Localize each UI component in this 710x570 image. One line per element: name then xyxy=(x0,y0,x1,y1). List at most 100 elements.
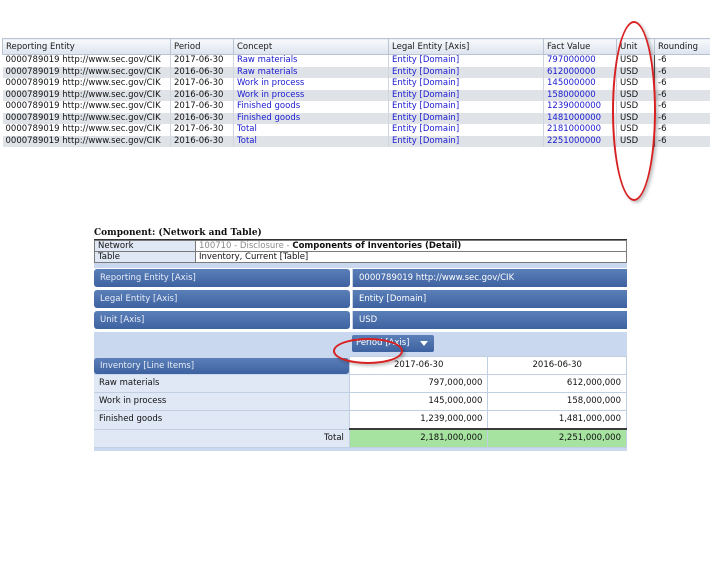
cell-legal-entity: Entity [Domain] xyxy=(388,101,544,113)
period-axis-dropdown[interactable]: Period [Axis] xyxy=(352,335,434,352)
cell-concept: Work in process xyxy=(233,89,389,101)
cell-unit: USD xyxy=(616,101,655,113)
column-header-unit[interactable]: Unit xyxy=(616,38,655,55)
cell-unit: USD xyxy=(616,112,655,124)
cell-unit: USD xyxy=(616,124,655,136)
table-row[interactable]: 0000789019 http://www.sec.gov/CIK 2017-0… xyxy=(2,101,710,113)
network-name: Components of Inventories (Detail) xyxy=(292,241,462,251)
column-header-concept[interactable]: Concept xyxy=(233,38,389,55)
cell-reporting-entity: 0000789019 http://www.sec.gov/CIK xyxy=(2,112,171,124)
network-label: Network xyxy=(94,240,196,252)
row-label: Finished goods xyxy=(94,410,350,430)
network-value: 100710 - Disclosure - Components of Inve… xyxy=(195,240,627,252)
cell-reporting-entity: 0000789019 http://www.sec.gov/CIK xyxy=(2,54,171,67)
table-row[interactable]: 0000789019 http://www.sec.gov/CIK 2017-0… xyxy=(2,54,710,67)
grid-row-total: Total 2,181,000,000 2,251,000,000 xyxy=(94,428,627,448)
cell-rounding: -6 xyxy=(654,66,710,78)
cell-fact-value: 2181000000 xyxy=(543,124,617,136)
column-header-legal-entity[interactable]: Legal Entity [Axis] xyxy=(388,38,544,55)
table-name: Inventory, Current [Table] xyxy=(195,251,627,263)
cell-concept: Raw materials xyxy=(233,54,389,67)
value-cell: 797,000,000 xyxy=(348,374,489,393)
table-row[interactable]: 0000789019 http://www.sec.gov/CIK 2016-0… xyxy=(2,112,710,124)
table-row[interactable]: 0000789019 http://www.sec.gov/CIK 2016-0… xyxy=(2,66,710,78)
axis-value: Entity [Domain] xyxy=(352,290,627,308)
table-row[interactable]: 0000789019 http://www.sec.gov/CIK 2016-0… xyxy=(2,135,710,147)
cell-legal-entity: Entity [Domain] xyxy=(388,135,544,147)
column-header-rounding[interactable]: Rounding xyxy=(654,38,710,55)
cell-legal-entity: Entity [Domain] xyxy=(388,112,544,124)
cell-concept: Work in process xyxy=(233,78,389,90)
cell-unit: USD xyxy=(616,66,655,78)
table-row[interactable]: 0000789019 http://www.sec.gov/CIK 2016-0… xyxy=(2,89,710,101)
cell-rounding: -6 xyxy=(654,54,710,67)
cell-fact-value: 158000000 xyxy=(543,89,617,101)
value-cell: 1,239,000,000 xyxy=(348,410,489,430)
cell-fact-value: 145000000 xyxy=(543,78,617,90)
fact-table-header: Reporting Entity Period Concept Legal En… xyxy=(2,38,710,55)
value-cell: 158,000,000 xyxy=(487,392,627,411)
cell-period: 2017-06-30 xyxy=(170,54,234,67)
total-value-cell: 2,181,000,000 xyxy=(348,428,489,448)
grid-header-row: Inventory [Line Items] 2017-06-30 2016-0… xyxy=(94,356,627,375)
fact-table: Reporting Entity Period Concept Legal En… xyxy=(2,38,710,147)
value-cell: 1,481,000,000 xyxy=(487,410,627,430)
axis-reporting-entity[interactable]: Reporting Entity [Axis] 0000789019 http:… xyxy=(94,269,627,289)
table-row-info: Table Inventory, Current [Table] xyxy=(94,251,627,263)
cell-concept: Finished goods xyxy=(233,112,389,124)
cell-period: 2016-06-30 xyxy=(170,135,234,147)
column-header-2016: 2016-06-30 xyxy=(487,356,627,375)
cell-reporting-entity: 0000789019 http://www.sec.gov/CIK xyxy=(2,89,171,101)
column-header-period[interactable]: Period xyxy=(170,38,234,55)
value-cell: 612,000,000 xyxy=(487,374,627,393)
axis-label: Unit [Axis] xyxy=(94,311,350,329)
cell-fact-value: 612000000 xyxy=(543,66,617,78)
total-value-cell: 2,251,000,000 xyxy=(487,428,627,448)
cell-fact-value: 2251000000 xyxy=(543,135,617,147)
cell-unit: USD xyxy=(616,135,655,147)
cell-concept: Total xyxy=(233,135,389,147)
cell-legal-entity: Entity [Domain] xyxy=(388,124,544,136)
cell-period: 2017-06-30 xyxy=(170,124,234,136)
component-info-table: Network 100710 - Disclosure - Components… xyxy=(94,240,627,263)
column-header-2017: 2017-06-30 xyxy=(348,356,489,375)
value-cell: 145,000,000 xyxy=(348,392,489,411)
component-view: Component: (Network and Table) Network 1… xyxy=(94,227,627,451)
cell-reporting-entity: 0000789019 http://www.sec.gov/CIK xyxy=(2,124,171,136)
axis-label: Reporting Entity [Axis] xyxy=(94,269,350,287)
axis-legal-entity[interactable]: Legal Entity [Axis] Entity [Domain] xyxy=(94,290,627,310)
cell-fact-value: 1239000000 xyxy=(543,101,617,113)
row-label: Raw materials xyxy=(94,374,350,393)
caret-down-icon xyxy=(420,341,428,346)
network-id: 100710 - Disclosure - xyxy=(199,241,293,251)
cell-legal-entity: Entity [Domain] xyxy=(388,54,544,67)
table-row[interactable]: 0000789019 http://www.sec.gov/CIK 2017-0… xyxy=(2,78,710,90)
cell-fact-value: 1481000000 xyxy=(543,112,617,124)
cell-rounding: -6 xyxy=(654,101,710,113)
cell-rounding: -6 xyxy=(654,112,710,124)
cell-reporting-entity: 0000789019 http://www.sec.gov/CIK xyxy=(2,78,171,90)
cell-concept: Finished goods xyxy=(233,101,389,113)
column-header-reporting-entity[interactable]: Reporting Entity xyxy=(2,38,171,55)
cell-legal-entity: Entity [Domain] xyxy=(388,66,544,78)
line-items-grid: Inventory [Line Items] 2017-06-30 2016-0… xyxy=(94,356,627,451)
cell-unit: USD xyxy=(616,54,655,67)
axis-unit[interactable]: Unit [Axis] USD xyxy=(94,311,627,331)
cell-period: 2016-06-30 xyxy=(170,89,234,101)
period-axis-row: Period [Axis] xyxy=(94,332,627,356)
grid-row-raw-materials: Raw materials 797,000,000 612,000,000 xyxy=(94,374,627,393)
table-row[interactable]: 0000789019 http://www.sec.gov/CIK 2017-0… xyxy=(2,124,710,136)
row-label: Work in process xyxy=(94,392,350,411)
cell-rounding: -6 xyxy=(654,135,710,147)
cell-reporting-entity: 0000789019 http://www.sec.gov/CIK xyxy=(2,66,171,78)
cell-period: 2017-06-30 xyxy=(170,78,234,90)
cell-period: 2017-06-30 xyxy=(170,101,234,113)
cell-concept: Raw materials xyxy=(233,66,389,78)
total-label: Total xyxy=(94,429,350,448)
cell-rounding: -6 xyxy=(654,78,710,90)
cell-unit: USD xyxy=(616,89,655,101)
column-header-fact-value[interactable]: Fact Value xyxy=(543,38,617,55)
axis-value: USD xyxy=(352,311,627,329)
line-items-label[interactable]: Inventory [Line Items] xyxy=(94,357,349,374)
cell-legal-entity: Entity [Domain] xyxy=(388,89,544,101)
